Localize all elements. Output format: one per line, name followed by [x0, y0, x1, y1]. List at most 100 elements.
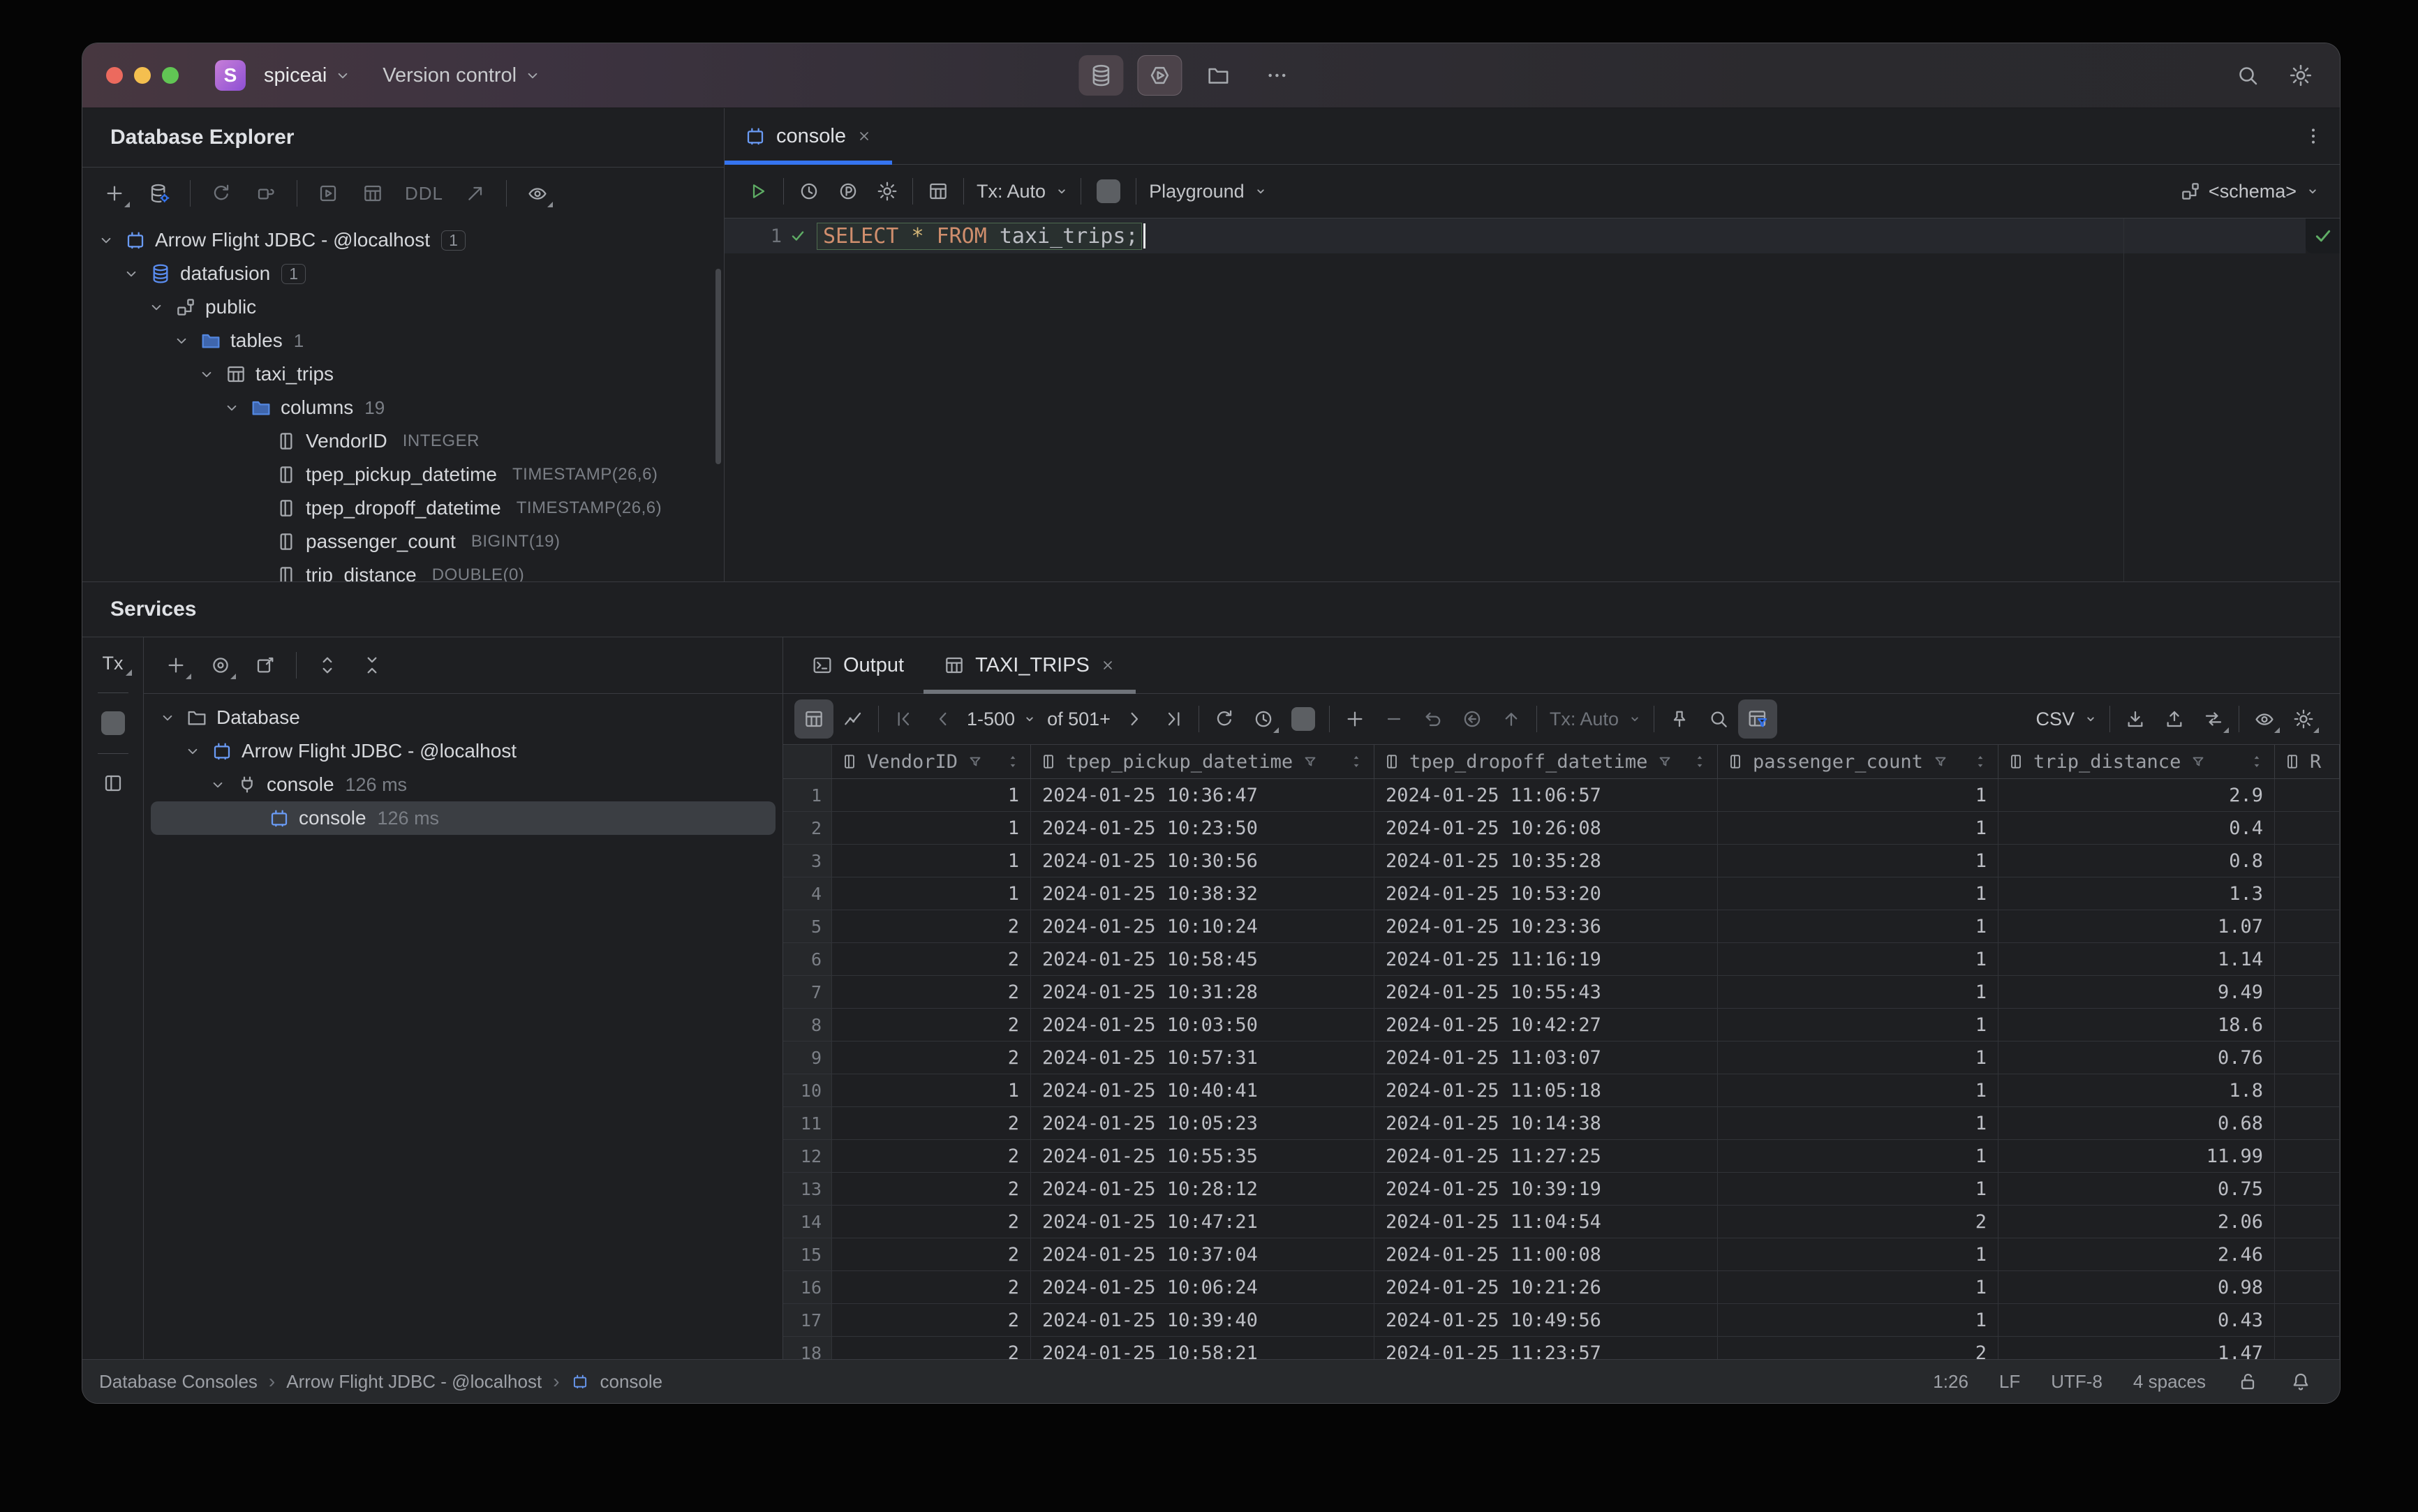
version-control-menu[interactable]: Version control [383, 64, 542, 87]
table-cell[interactable]: 1.8 [1998, 1074, 2275, 1106]
table-cell[interactable]: 1 [1718, 812, 1998, 844]
table-cell[interactable]: 0.8 [1998, 845, 2275, 877]
row-number[interactable]: 17 [783, 1304, 832, 1336]
table-cell[interactable]: 1 [832, 845, 1031, 877]
table-cell[interactable]: 2024-01-25 10:21:26 [1374, 1271, 1718, 1303]
table-cell[interactable]: 2.9 [1998, 779, 2275, 811]
column-header-rate[interactable]: Rate [2275, 745, 2340, 778]
row-number[interactable]: 12 [783, 1140, 832, 1172]
table-cell[interactable]: 2.46 [1998, 1238, 2275, 1270]
row-number[interactable]: 13 [783, 1173, 832, 1205]
table-cell[interactable] [2275, 1074, 2340, 1106]
table-cell[interactable]: 2024-01-25 11:05:18 [1374, 1074, 1718, 1106]
row-number[interactable]: 11 [783, 1107, 832, 1139]
settings-gear-icon[interactable] [2288, 63, 2313, 88]
table-cell[interactable] [2275, 845, 2340, 877]
table-cell[interactable]: 1.14 [1998, 943, 2275, 975]
grid-view-button[interactable] [794, 699, 833, 739]
tree-item[interactable]: console 126 ms [144, 768, 782, 801]
project-selector[interactable]: spiceai [264, 64, 352, 87]
table-cell[interactable] [2275, 1140, 2340, 1172]
column-header-vendorid[interactable]: VendorID [832, 745, 1031, 778]
tree-item[interactable]: tpep_pickup_datetime TIMESTAMP(26,6) [82, 458, 724, 491]
tree-item[interactable]: Arrow Flight JDBC - @localhost [144, 734, 782, 768]
row-number[interactable]: 9 [783, 1042, 832, 1074]
delete-row-button[interactable] [1374, 699, 1414, 739]
table-cell[interactable]: 2024-01-25 10:53:20 [1374, 877, 1718, 910]
row-number[interactable]: 8 [783, 1009, 832, 1041]
chevron-down-icon[interactable] [154, 709, 181, 727]
table-cell[interactable] [2275, 1304, 2340, 1336]
table-cell[interactable]: 2 [832, 1042, 1031, 1074]
table-cell[interactable] [2275, 1173, 2340, 1205]
table-cell[interactable]: 2024-01-25 10:47:21 [1031, 1206, 1374, 1238]
tx-strip-button[interactable]: Tx [103, 653, 132, 676]
next-page-button[interactable] [1115, 699, 1154, 739]
column-header-trip_distance[interactable]: trip_distance [1998, 745, 2275, 778]
sort-icon[interactable] [1971, 753, 1989, 771]
refresh-button[interactable] [202, 174, 241, 213]
filter-funnel-icon[interactable] [2189, 753, 2207, 771]
table-cell[interactable]: 2024-01-25 10:37:04 [1031, 1238, 1374, 1270]
compare-data-button[interactable] [2194, 699, 2233, 739]
table-cell[interactable]: 2 [832, 1140, 1031, 1172]
inspection-status[interactable] [2306, 218, 2340, 253]
table-cell[interactable]: 2.06 [1998, 1206, 2275, 1238]
table-cell[interactable]: 2024-01-25 10:35:28 [1374, 845, 1718, 877]
chevron-down-icon[interactable] [117, 265, 145, 283]
find-button[interactable] [1699, 699, 1738, 739]
more-actions-button[interactable] [1254, 55, 1299, 96]
table-cell[interactable]: 2 [1718, 1337, 1998, 1359]
collapse-all-button[interactable] [353, 646, 392, 685]
open-each-in-new-tab-button[interactable] [246, 646, 285, 685]
row-number[interactable]: 18 [783, 1337, 832, 1359]
project-files-button[interactable] [1196, 55, 1240, 96]
export-data-button[interactable] [2116, 699, 2155, 739]
table-cell[interactable]: 2024-01-25 10:31:28 [1031, 976, 1374, 1008]
table-cell[interactable]: 2024-01-25 10:26:08 [1374, 812, 1718, 844]
table-cell[interactable]: 1 [832, 779, 1031, 811]
table-cell[interactable]: 2024-01-25 11:03:07 [1374, 1042, 1718, 1074]
row-number[interactable]: 2 [783, 812, 832, 844]
breadcrumb-item[interactable]: Database Consoles [99, 1371, 258, 1393]
sql-editor[interactable]: 1 SELECT * FROM taxi_trips; [725, 218, 2340, 581]
table-cell[interactable]: 11.99 [1998, 1140, 2275, 1172]
table-cell[interactable]: 1 [1718, 1074, 1998, 1106]
encoding-indicator[interactable]: UTF-8 [2051, 1371, 2102, 1393]
table-cell[interactable]: 2024-01-25 10:23:36 [1374, 910, 1718, 942]
table-cell[interactable]: 2024-01-25 10:10:24 [1031, 910, 1374, 942]
grid-settings-button[interactable] [2284, 699, 2323, 739]
table-cell[interactable]: 1 [1718, 779, 1998, 811]
table-cell[interactable]: 0.75 [1998, 1173, 2275, 1205]
query-history-button[interactable] [789, 172, 829, 211]
first-page-button[interactable] [884, 699, 924, 739]
close-window-button[interactable] [106, 67, 123, 84]
tx-mode-select[interactable]: Tx: Auto [977, 181, 1071, 202]
table-cell[interactable] [2275, 1107, 2340, 1139]
previous-page-button[interactable] [924, 699, 963, 739]
filter-funnel-icon[interactable] [1931, 753, 1950, 771]
add-datasource-button[interactable] [95, 174, 134, 213]
column-header-tpep_dropoff_datetime[interactable]: tpep_dropoff_datetime [1374, 745, 1718, 778]
jump-to-console-button[interactable] [309, 174, 348, 213]
table-cell[interactable]: 1 [1718, 1271, 1998, 1303]
table-cell[interactable]: 2 [832, 1107, 1031, 1139]
sort-icon[interactable] [2248, 753, 2266, 771]
tab-taxi-trips[interactable]: TAXI_TRIPS [924, 637, 1136, 694]
zoom-window-button[interactable] [162, 67, 179, 84]
table-cell[interactable] [2275, 779, 2340, 811]
tree-item[interactable]: columns 19 [82, 391, 724, 424]
database-tool-button[interactable] [1078, 55, 1124, 96]
table-cell[interactable]: 2 [832, 1304, 1031, 1336]
chart-view-button[interactable] [833, 699, 873, 739]
disconnect-button[interactable] [246, 174, 285, 213]
table-cell[interactable]: 2024-01-25 10:14:38 [1374, 1107, 1718, 1139]
revert-button[interactable] [1414, 699, 1453, 739]
breadcrumb-item[interactable]: Arrow Flight JDBC - @localhost [286, 1371, 542, 1393]
table-cell[interactable]: 2024-01-25 11:04:54 [1374, 1206, 1718, 1238]
tree-item[interactable]: public [82, 290, 724, 324]
last-page-button[interactable] [1154, 699, 1193, 739]
table-cell[interactable]: 0.4 [1998, 812, 2275, 844]
sort-icon[interactable] [1347, 753, 1365, 771]
view-options-button[interactable] [518, 174, 557, 213]
